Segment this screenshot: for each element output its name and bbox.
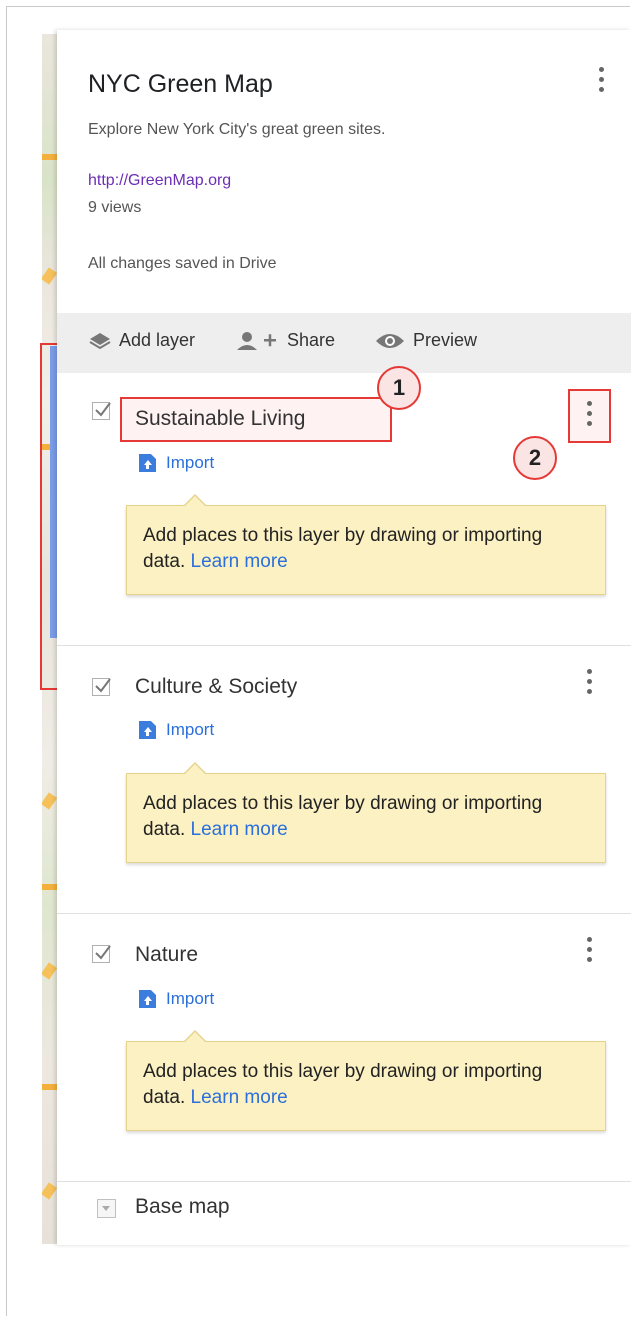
empty-layer-tip: Add places to this layer by drawing or i… <box>126 494 606 595</box>
layer-options-more-vert-icon[interactable] <box>584 401 594 426</box>
import-label: Import <box>166 989 215 1008</box>
checkbox-checked-icon <box>95 402 111 417</box>
file-upload-icon <box>139 454 156 472</box>
import-link[interactable]: Import <box>139 989 214 1009</box>
base-map-expand-icon[interactable] <box>97 1199 116 1218</box>
layer-toolbar: Add layer Share Preview <box>57 313 631 373</box>
add-person-icon <box>237 331 276 350</box>
share-label: Share <box>287 330 336 350</box>
layer-visibility-checkbox[interactable] <box>92 945 111 963</box>
map-road <box>42 1084 57 1090</box>
map-road <box>42 884 57 890</box>
map-road <box>42 792 57 810</box>
layer-options-more-vert-icon[interactable] <box>584 937 594 962</box>
layer-name[interactable]: Nature <box>135 943 198 967</box>
empty-layer-tip: Add places to this layer by drawing or i… <box>126 1030 606 1131</box>
map-description[interactable]: Explore New York City's great green site… <box>88 121 385 139</box>
layer-name[interactable]: Culture & Society <box>135 675 297 699</box>
file-upload-icon <box>139 990 156 1008</box>
layers-icon <box>89 332 111 349</box>
file-upload-icon <box>139 721 156 739</box>
base-map-label[interactable]: Base map <box>135 1195 230 1219</box>
empty-layer-tip: Add places to this layer by drawing or i… <box>126 762 606 863</box>
annotation-badge: 1 <box>377 366 421 410</box>
map-title[interactable]: NYC Green Map <box>88 70 273 99</box>
learn-more-link[interactable]: Learn more <box>191 819 288 840</box>
preview-button[interactable]: Preview <box>375 330 477 351</box>
import-link[interactable]: Import <box>139 453 214 473</box>
map-link[interactable]: http://GreenMap.org <box>88 172 231 190</box>
layer-options-more-vert-icon[interactable] <box>584 669 594 694</box>
layer-visibility-checkbox[interactable] <box>92 402 111 420</box>
add-layer-button[interactable]: Add layer <box>89 330 195 351</box>
annotation-badge: 2 <box>513 436 557 480</box>
import-link[interactable]: Import <box>139 720 214 740</box>
map-road <box>42 962 57 980</box>
view-count: 9 views <box>88 199 142 216</box>
share-button[interactable]: Share <box>237 330 335 351</box>
preview-label: Preview <box>413 330 478 350</box>
layer-divider <box>57 645 631 646</box>
layer-visibility-checkbox[interactable] <box>92 678 111 696</box>
checkbox-checked-icon <box>95 945 111 960</box>
map-road <box>42 267 57 285</box>
import-label: Import <box>166 453 215 472</box>
checkbox-checked-icon <box>95 678 111 693</box>
add-layer-label: Add layer <box>119 330 196 350</box>
eye-icon <box>376 333 404 348</box>
learn-more-link[interactable]: Learn more <box>191 551 288 572</box>
map-road <box>42 154 57 160</box>
layer-divider <box>57 913 631 914</box>
layer-name[interactable]: Sustainable Living <box>135 407 305 431</box>
save-status: All changes saved in Drive <box>88 255 277 272</box>
map-options-more-vert-icon[interactable] <box>596 67 606 92</box>
map-road <box>42 1182 57 1200</box>
learn-more-link[interactable]: Learn more <box>191 1087 288 1108</box>
import-label: Import <box>166 720 215 739</box>
layer-divider <box>57 1181 631 1182</box>
